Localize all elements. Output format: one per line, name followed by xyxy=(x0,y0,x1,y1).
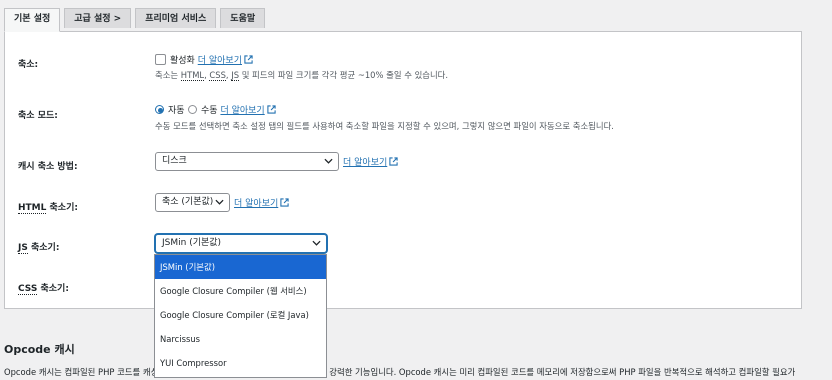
js-minifier-label: JS 축소기: xyxy=(18,243,60,254)
html-minifier-learn-more-link[interactable]: 더 알아보기 xyxy=(234,199,278,209)
tab-advanced-settings[interactable]: 고급 설정 > xyxy=(64,8,132,28)
html-minifier-label: HTML 축소기: xyxy=(18,203,78,214)
html-minifier-select[interactable]: 축소 (기본값) xyxy=(155,193,230,212)
html-abbr: HTML xyxy=(180,70,205,81)
opcode-desc-right: 강력한 기능입니다. Opcode 캐시는 미리 컴파일된 코드를 메모리에 저… xyxy=(329,367,796,377)
minify-mode-description: 수동 모드를 선택하면 축소 설정 탭의 필드를 사용하여 축소할 파일을 지정… xyxy=(155,121,614,131)
minify-mode-manual-label: 수동 xyxy=(201,106,218,116)
minify-mode-auto-radio[interactable] xyxy=(155,105,164,114)
js-minifier-value: JSMin (기본값) xyxy=(162,238,222,248)
minify-mode-manual-radio[interactable] xyxy=(188,105,197,114)
minify-enable-checkbox[interactable] xyxy=(155,54,166,65)
minify-enable-label: 활성화 xyxy=(170,56,195,66)
minify-mode-label: 축소 모드: xyxy=(18,111,58,121)
opcode-cache-title: Opcode 캐시 xyxy=(4,343,75,356)
external-link-icon xyxy=(389,157,398,166)
chevron-down-icon xyxy=(324,158,333,164)
cache-method-learn-more-link[interactable]: 더 알아보기 xyxy=(343,158,387,168)
js-minifier-select[interactable]: JSMin (기본값) xyxy=(155,234,327,253)
js-minifier-option[interactable]: Google Closure Compiler (웹 서비스) xyxy=(155,279,326,303)
opcode-cache-description: Opcode 캐시는 컴파일된 PHP 코드를 캐싱 강력한 기능입니다. Opc… xyxy=(4,366,795,378)
external-link-icon xyxy=(267,105,276,114)
tab-bar: 기본 설정 고급 설정 > 프리미엄 서비스 도움말 xyxy=(4,8,266,32)
js-abbr: JS xyxy=(231,70,240,81)
tab-basic-settings[interactable]: 기본 설정 xyxy=(4,8,61,32)
html-minifier-learn-more: 더 알아보기 xyxy=(234,196,289,209)
css-abbr: CSS xyxy=(209,70,226,81)
cache-method-select[interactable]: 디스크 xyxy=(155,152,339,171)
tab-help[interactable]: 도움말 xyxy=(220,8,266,28)
external-link-icon xyxy=(244,55,253,64)
external-link-icon xyxy=(280,198,289,207)
tab-premium-services[interactable]: 프리미엄 서비스 xyxy=(135,8,217,28)
js-minifier-option[interactable]: YUI Compressor xyxy=(155,351,326,375)
minify-mode-manual-row: 수동 더 알아보기 xyxy=(201,103,276,116)
chevron-down-icon xyxy=(215,199,224,205)
html-minifier-value: 축소 (기본값) xyxy=(162,197,214,207)
css-minifier-label: CSS 축소기: xyxy=(18,284,69,295)
cache-method-label: 캐시 축소 방법: xyxy=(18,162,78,172)
js-minifier-option[interactable]: Google Closure Compiler (로컬 Java) xyxy=(155,303,326,327)
cache-method-value: 디스크 xyxy=(162,156,187,166)
minify-mode-auto-label: 자동 xyxy=(168,106,185,116)
js-minifier-option[interactable]: JSMin (기본값) xyxy=(155,255,326,279)
settings-panel: 축소: 활성화 더 알아보기 축소는 HTML, CSS, JS 및 피드의 파… xyxy=(4,31,802,309)
js-minifier-dropdown: JSMin (기본값) Google Closure Compiler (웹 서… xyxy=(154,254,327,378)
minify-mode-learn-more-link[interactable]: 더 알아보기 xyxy=(220,106,264,116)
chevron-down-icon xyxy=(312,240,321,246)
js-minifier-option[interactable]: Narcissus xyxy=(155,327,326,351)
cache-method-learn-more: 더 알아보기 xyxy=(343,155,398,168)
opcode-desc-left: Opcode 캐시는 컴파일된 PHP 코드를 캐싱 xyxy=(4,367,159,377)
minify-description: 축소는 HTML, CSS, JS 및 피드의 파일 크기를 각각 평균 ~10… xyxy=(155,70,449,81)
minify-learn-more-link[interactable]: 더 알아보기 xyxy=(198,56,242,66)
minify-enable-row: 활성화 더 알아보기 xyxy=(170,53,253,66)
minify-label: 축소: xyxy=(18,60,39,70)
